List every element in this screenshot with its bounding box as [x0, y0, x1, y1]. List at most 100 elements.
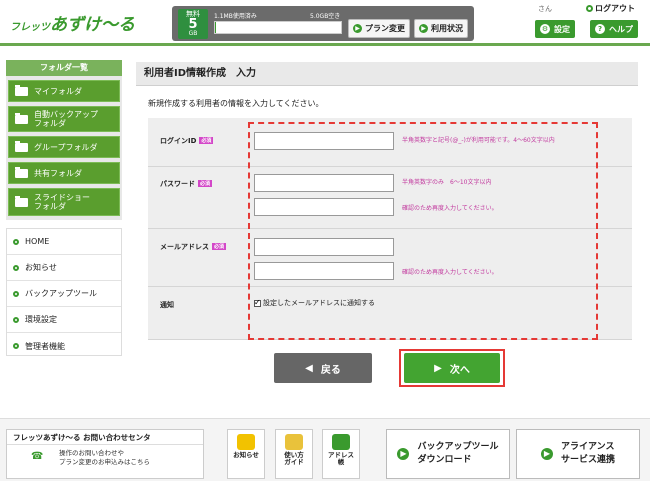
guide-tile[interactable]: 使い方 ガイド — [275, 429, 313, 479]
logo-small-text: フレッツ — [10, 22, 50, 33]
question-icon: ? — [595, 24, 605, 34]
settings-button[interactable]: ⚙ 設定 — [535, 20, 575, 38]
usage-bar — [214, 21, 342, 34]
contact-line-1: 操作のお問い合わせや — [59, 449, 124, 457]
next-button[interactable]: ▶ 次へ — [404, 353, 500, 383]
backup-tool-line-2: ダウンロード — [417, 455, 472, 465]
folder-icon — [15, 140, 28, 152]
arrow-right-icon: ▶ — [540, 448, 553, 460]
backup-tool-download-button[interactable]: ▶ バックアップツール ダウンロード — [386, 429, 510, 479]
email-label: メールアドレス 必須 — [160, 242, 227, 252]
plan-badge: 無料 5 GB — [178, 9, 208, 39]
user-form: ログインID 必須 パスワード 必須 メールアドレス 必須 通知 半角英数字と記号(@… — [148, 118, 632, 340]
folder-panel-title: フォルダ一覧 — [6, 60, 122, 76]
logout-label: ログアウト — [595, 4, 635, 13]
folder-icon — [15, 195, 28, 207]
phone-icon: ☎ — [31, 451, 44, 462]
next-label: 次へ — [449, 364, 470, 376]
guide-tile-label: 使い方 ガイド — [284, 451, 304, 467]
folder-item-my[interactable]: マイフォルダ — [8, 80, 120, 102]
password-label-text: パスワード — [160, 180, 195, 188]
logout-icon — [586, 5, 593, 12]
megaphone-icon — [237, 434, 255, 450]
password-label: パスワード 必須 — [160, 179, 213, 189]
folder-item-auto-backup[interactable]: 自動バックアップ フォルダ — [8, 106, 120, 132]
back-button[interactable]: ◀ 戻る — [274, 353, 372, 383]
nav-panel: HOME お知らせ バックアップツール 環境設定 管理者機能 — [6, 228, 122, 356]
required-badge: 必須 — [198, 180, 213, 187]
login-id-label: ログインID 必須 — [160, 136, 214, 146]
usage-status-button[interactable]: ▶ 利用状況 — [414, 19, 468, 38]
plan-usage-box: 無料 5 GB 1.1MB使用済み 5.0GB空き ▶ プラン変更 ▶ 利用状況 — [172, 6, 474, 41]
required-badge: 必須 — [199, 137, 214, 144]
bullet-icon — [13, 343, 19, 349]
arrow-right-icon: ▶ — [397, 448, 410, 460]
folder-item-slideshow[interactable]: スライドショー フォルダ — [8, 188, 120, 216]
footer: フレッツあずけ〜る お問い合わせセンタ ☎ 操作のお問い合わせや プラン変更のお… — [0, 418, 650, 481]
folder-icon — [15, 166, 28, 178]
nav-item-backup-tool[interactable]: バックアップツール — [7, 281, 121, 307]
nav-label: お知らせ — [25, 263, 57, 272]
nav-item-settings[interactable]: 環境設定 — [7, 307, 121, 333]
page-title: 利用者ID情報作成 入力 — [136, 62, 638, 86]
app-logo[interactable]: フレッツあずけ〜る — [10, 10, 135, 35]
arrow-right-icon: ▶ — [353, 24, 362, 33]
logo-large-text: あずけ〜る — [50, 15, 135, 35]
usage-status-label: 利用状況 — [431, 24, 463, 33]
app-header: フレッツあずけ〜る 無料 5 GB 1.1MB使用済み 5.0GB空き ▶ プラン… — [0, 0, 650, 46]
bullet-icon — [13, 264, 19, 271]
folder-item-group[interactable]: グループフォルダ — [8, 136, 120, 158]
nav-item-admin[interactable]: 管理者機能 — [7, 333, 121, 359]
folder-label: 自動バックアップ フォルダ — [34, 109, 98, 128]
contact-line-2: プラン変更のお申込みはこちら — [59, 458, 150, 467]
logout-link[interactable]: ログアウト — [586, 3, 635, 14]
backup-tool-line-1: バックアップツール — [417, 442, 499, 453]
bullet-icon — [13, 238, 19, 245]
folder-label: 共有フォルダ — [34, 168, 82, 178]
folder-icon — [15, 84, 28, 96]
alliance-line-1: アライアンス — [560, 442, 615, 453]
folder-label: グループフォルダ — [34, 142, 98, 152]
help-label: ヘルプ — [609, 24, 633, 34]
usage-bar-fill — [215, 22, 217, 33]
plan-change-button[interactable]: ▶ プラン変更 — [348, 19, 410, 38]
contact-center-box[interactable]: フレッツあずけ〜る お問い合わせセンタ ☎ 操作のお問い合わせや プラン変更のお… — [6, 429, 204, 479]
bullet-icon — [13, 316, 19, 323]
email-label-text: メールアドレス — [160, 243, 209, 251]
notify-label: 通知 — [160, 301, 174, 309]
alliance-line-2: サービス連携 — [560, 455, 615, 465]
backup-tool-download-label: バックアップツール ダウンロード — [417, 441, 498, 466]
alliance-service-label: アライアンス サービス連携 — [561, 441, 615, 466]
folder-label: マイフォルダ — [34, 86, 82, 96]
settings-label: 設定 — [554, 24, 570, 34]
folder-label: スライドショー フォルダ — [34, 192, 90, 211]
arrow-left-icon: ◀ — [305, 362, 313, 374]
folder-item-shared[interactable]: 共有フォルダ — [8, 162, 120, 184]
nav-item-news[interactable]: お知らせ — [7, 255, 121, 281]
contact-center-text: 操作のお問い合わせや プラン変更のお申込みはこちら — [59, 449, 150, 467]
address-book-tile[interactable]: アドレス 帳 — [322, 429, 360, 479]
arrow-right-icon: ▶ — [434, 362, 442, 374]
nav-item-home[interactable]: HOME — [7, 229, 121, 255]
required-badge: 必須 — [212, 243, 227, 250]
alliance-service-button[interactable]: ▶ アライアンス サービス連携 — [516, 429, 640, 479]
help-button[interactable]: ? ヘルプ — [590, 20, 638, 38]
arrow-right-icon: ▶ — [419, 24, 428, 33]
usage-free-text: 5.0GB空き — [310, 13, 341, 20]
address-book-icon — [332, 434, 350, 450]
folder-icon — [15, 112, 28, 124]
news-tile[interactable]: お知らせ — [227, 429, 265, 479]
gear-icon: ⚙ — [540, 24, 550, 34]
plan-badge-unit: GB — [188, 30, 198, 37]
highlight-dashed-frame — [248, 122, 598, 340]
nav-label: 環境設定 — [25, 315, 57, 324]
contact-center-title: フレッツあずけ〜る お問い合わせセンタ — [7, 430, 203, 445]
main-content: 利用者ID情報作成 入力 新規作成する利用者の情報を入力してください。 ログイン… — [136, 62, 638, 398]
bullet-icon — [13, 290, 19, 297]
login-id-label-text: ログインID — [160, 137, 197, 145]
user-name: さん — [538, 5, 552, 13]
beginner-mark-icon — [285, 434, 303, 450]
news-tile-label: お知らせ — [233, 451, 259, 459]
nav-label: HOME — [25, 237, 50, 246]
nav-label: バックアップツール — [25, 289, 97, 298]
